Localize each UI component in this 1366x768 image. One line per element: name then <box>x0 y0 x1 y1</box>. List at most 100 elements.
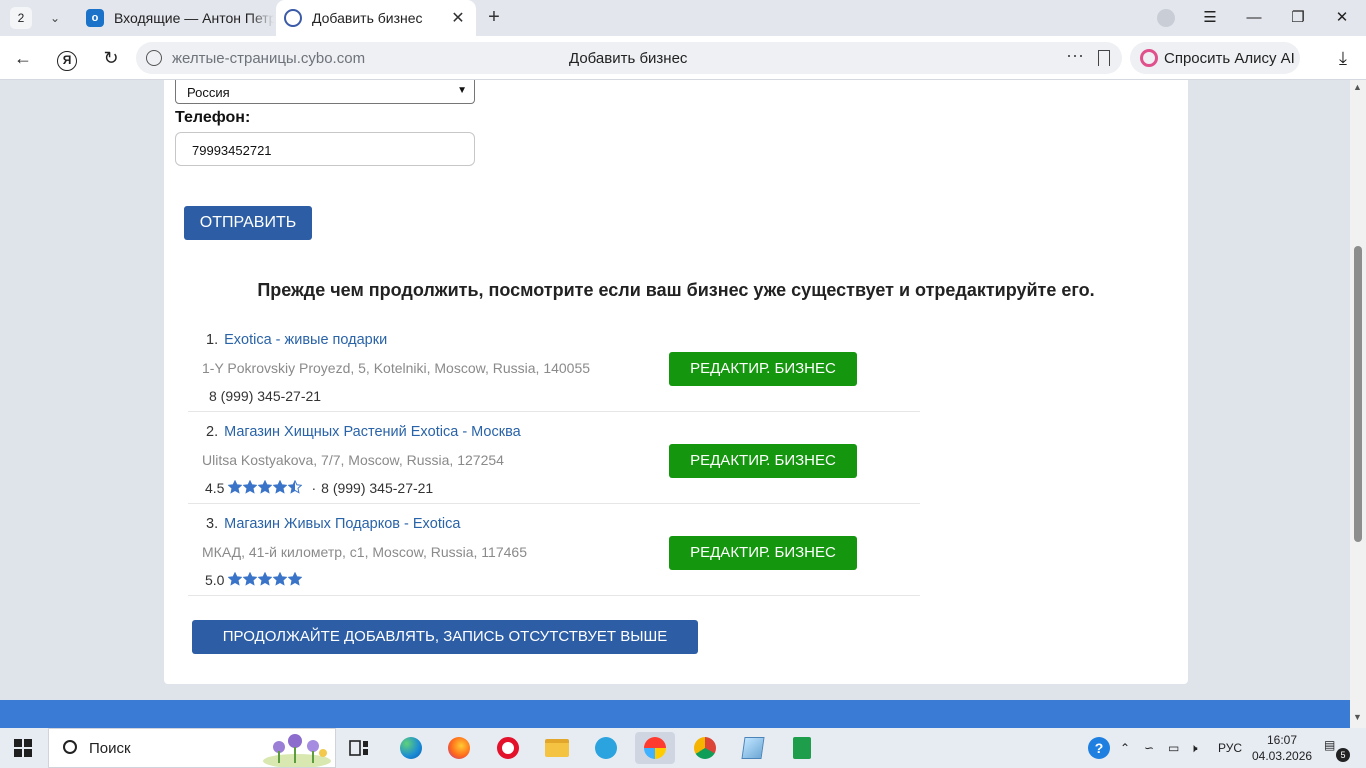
battery-icon[interactable]: ▭ <box>1168 728 1179 768</box>
scroll-thumb[interactable] <box>1354 246 1362 542</box>
page-viewport: Россия ▼ Телефон: 79993452721 ОТПРАВИТЬ … <box>0 80 1350 728</box>
tab-inbox[interactable]: o Входящие — Антон Петров <box>78 0 274 36</box>
result-title: 1. Exotica - живые подарки <box>206 332 387 348</box>
search-highlight-flowers-icon <box>263 734 331 767</box>
site-favicon-icon <box>284 9 302 27</box>
star-full-icon <box>258 480 273 494</box>
rating-stars <box>228 572 303 586</box>
business-address: Ulitsa Kostyakova, 7/7, Moscow, Russia, … <box>202 452 504 468</box>
edit-business-button[interactable]: РЕДАКТИР. БИЗНЕС <box>669 352 857 386</box>
profile-icon[interactable] <box>1154 6 1178 30</box>
language-indicator[interactable]: РУС <box>1218 728 1242 768</box>
tab-count-button[interactable]: 2 <box>10 7 32 29</box>
url-text: желтые-страницы.cybo.com <box>172 50 366 67</box>
result-index: 3. <box>206 516 219 532</box>
business-meta: 8 (999) 345-27-21 <box>205 388 321 404</box>
business-link[interactable]: Магазин Живых Подарков - Exotica <box>224 516 460 532</box>
existing-business-notice: Прежде чем продолжить, посмотрите если в… <box>257 280 1095 300</box>
business-meta: 4.5 · 8 (999) 345-27-21 <box>205 480 433 496</box>
star-full-icon <box>273 572 288 586</box>
star-full-icon <box>228 572 243 586</box>
business-link[interactable]: Магазин Хищных Растений Exotica - Москва <box>224 424 521 440</box>
ask-alice-label: Спросить Алису AI <box>1164 49 1295 67</box>
business-phone: 8 (999) 345-27-21 <box>321 480 434 496</box>
star-full-icon <box>288 572 303 586</box>
firefox-icon[interactable] <box>443 732 475 764</box>
tab-add-business[interactable]: Добавить бизнес ✕ <box>276 0 476 36</box>
windows-taskbar: Поиск ? ⌃ ∽ ▭ 🕨 РУС 16:07 04.03.2026 ▤ 5 <box>0 728 1366 768</box>
business-address: МКАД, 41-й километр, с1, Moscow, Russia,… <box>202 544 527 560</box>
list-item: 1. Exotica - живые подарки 1-Y Pokrovskiy… <box>188 320 920 412</box>
close-window-icon[interactable]: ✕ <box>1330 6 1354 30</box>
alice-icon <box>1140 49 1158 67</box>
sheets-icon[interactable] <box>786 732 818 764</box>
rating-stars <box>228 480 303 494</box>
telegram-icon[interactable] <box>590 732 622 764</box>
more-dots-icon[interactable]: ⋯ <box>1066 46 1084 67</box>
tab-title: Входящие — Антон Петров <box>114 10 274 26</box>
phone-input[interactable]: 79993452721 <box>175 132 475 166</box>
restore-icon[interactable]: ❐ <box>1286 6 1310 30</box>
task-view-icon[interactable] <box>343 732 375 764</box>
tab-title: Добавить бизнес <box>312 10 423 26</box>
ask-alice-button[interactable]: Спросить Алису AI <box>1130 42 1300 74</box>
add-business-card: Россия ▼ Телефон: 79993452721 ОТПРАВИТЬ … <box>164 80 1188 684</box>
star-full-icon <box>243 480 258 494</box>
chevron-down-icon: ▼ <box>457 85 467 96</box>
submit-button[interactable]: ОТПРАВИТЬ <box>184 206 312 240</box>
minimize-icon[interactable]: — <box>1242 6 1266 30</box>
file-explorer-icon[interactable] <box>541 732 573 764</box>
chevron-up-icon[interactable]: ⌃ <box>1120 728 1130 768</box>
site-info-icon[interactable] <box>146 50 162 66</box>
rating-value: 5.0 <box>205 572 225 588</box>
download-icon[interactable]: ⤓ <box>1330 45 1356 71</box>
taskbar-search[interactable]: Поиск <box>48 728 336 768</box>
meta-separator: · <box>311 480 317 496</box>
wifi-icon[interactable]: ∽ <box>1144 728 1154 768</box>
help-icon[interactable]: ? <box>1088 737 1110 759</box>
clock[interactable]: 16:07 04.03.2026 <box>1252 732 1312 764</box>
search-icon <box>63 740 77 754</box>
search-placeholder: Поиск <box>89 740 131 757</box>
scroll-down-icon[interactable]: ▼ <box>1353 712 1362 722</box>
edit-business-button[interactable]: РЕДАКТИР. БИЗНЕС <box>669 444 857 478</box>
star-full-icon <box>228 480 243 494</box>
list-item: 2. Магазин Хищных Растений Exotica - Моск… <box>188 412 920 504</box>
bookmark-icon[interactable] <box>1098 50 1110 66</box>
page-scrollbar[interactable]: ▲ ▼ <box>1350 80 1366 728</box>
result-index: 1. <box>206 332 219 348</box>
country-select-value: Россия <box>187 85 230 100</box>
edit-business-button[interactable]: РЕДАКТИР. БИЗНЕС <box>669 536 857 570</box>
notes-icon[interactable] <box>737 732 769 764</box>
business-phone: 8 (999) 345-27-21 <box>209 388 322 404</box>
opera-icon[interactable] <box>492 732 524 764</box>
close-tab-icon[interactable]: ✕ <box>448 8 468 28</box>
menu-icon[interactable]: ☰ <box>1198 6 1222 30</box>
country-select[interactable]: Россия ▼ <box>175 80 475 104</box>
result-title: 3. Магазин Живых Подарков - Exotica <box>206 516 460 532</box>
edge-icon[interactable] <box>395 732 427 764</box>
browser-toolbar: ← Я ↻ желтые-страницы.cybo.com Добавить … <box>0 36 1366 80</box>
business-link[interactable]: Exotica - живые подарки <box>224 332 387 348</box>
new-tab-icon[interactable]: + <box>482 6 506 30</box>
back-arrow-icon[interactable]: ← <box>10 45 36 71</box>
address-bar[interactable]: желтые-страницы.cybo.com Добавить бизнес… <box>136 42 1122 74</box>
reload-icon[interactable]: ↻ <box>98 45 124 71</box>
rating-value: 4.5 <box>205 480 225 496</box>
scroll-up-icon[interactable]: ▲ <box>1353 82 1362 92</box>
clock-date: 04.03.2026 <box>1252 749 1313 763</box>
volume-icon[interactable]: 🕨 <box>1190 728 1198 768</box>
footer-band <box>0 700 1350 728</box>
result-index: 2. <box>206 424 219 440</box>
continue-adding-button[interactable]: ПРОДОЛЖАЙТЕ ДОБАВЛЯТЬ, ЗАПИСЬ ОТСУТСТВУЕ… <box>192 620 698 654</box>
star-full-icon <box>258 572 273 586</box>
yandex-browser-icon[interactable] <box>635 732 675 764</box>
star-full-icon <box>273 480 288 494</box>
yandex-home-icon[interactable]: Я <box>54 45 80 71</box>
list-item: 3. Магазин Живых Подарков - Exotica МКАД,… <box>188 504 920 596</box>
mail-icon: o <box>86 9 104 27</box>
windows-start-icon[interactable] <box>14 739 32 757</box>
chrome-icon[interactable] <box>689 732 721 764</box>
chevron-down-icon[interactable]: ⌄ <box>44 7 66 29</box>
star-half-icon <box>288 480 303 494</box>
